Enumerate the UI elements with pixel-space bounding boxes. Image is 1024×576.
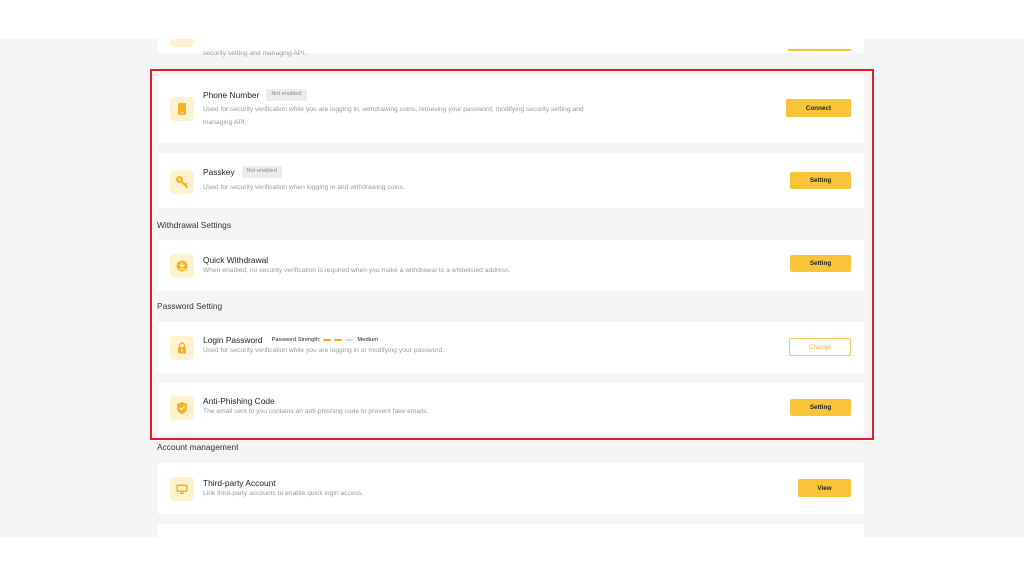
phone-number-card: Phone Number Not enabled Used for securi… (158, 75, 864, 143)
passkey-setting-button[interactable]: Setting (790, 172, 851, 189)
phone-number-title: Phone Number (203, 89, 260, 100)
password-setting-heading: Password Setting (157, 301, 223, 311)
quick-withdrawal-icon (170, 254, 194, 278)
top-card-icon (170, 39, 194, 47)
anti-phishing-description: The email sent to you contains an anti-p… (203, 408, 429, 415)
third-party-account-icon (170, 477, 194, 501)
passkey-title-row: Passkey Not enabled (203, 166, 282, 178)
withdrawal-settings-heading: Withdrawal Settings (157, 220, 232, 230)
top-security-card: security setting and managing API. (158, 39, 864, 57)
connect-button[interactable]: Connect (786, 99, 851, 117)
status-badge: Not enabled (241, 166, 282, 178)
password-strength-indicator: Password Strength: Medium (272, 337, 378, 343)
top-card-description: security setting and managing API. (203, 50, 306, 57)
passkey-description: Used for security verification when logg… (203, 184, 405, 191)
next-card-partial (158, 524, 864, 537)
account-management-heading: Account management (157, 442, 239, 452)
login-password-card: Login Password Password Strength: Medium… (158, 322, 864, 373)
quick-withdrawal-setting-button[interactable]: Setting (790, 255, 851, 272)
status-badge: Not enabled (266, 89, 307, 101)
strength-bar-2 (334, 339, 343, 341)
passkey-title: Passkey (203, 166, 235, 177)
phone-icon (170, 97, 194, 121)
quick-withdrawal-description: When enabled, no security verification i… (203, 267, 511, 274)
login-password-description: Used for security verification while you… (203, 347, 445, 354)
third-party-account-card: Third-party Account Link third-party acc… (158, 463, 864, 514)
lock-icon (170, 336, 194, 360)
top-card-button-edge[interactable] (788, 49, 851, 51)
password-strength-value: Medium (357, 337, 379, 343)
password-strength-label: Password Strength: (271, 337, 321, 343)
strength-bar-3 (345, 339, 354, 341)
view-third-party-button[interactable]: View (798, 479, 851, 497)
passkey-card: Passkey Not enabled Used for security ve… (158, 153, 864, 208)
strength-bar-1 (323, 339, 332, 341)
phone-number-title-row: Phone Number Not enabled (203, 89, 307, 101)
anti-phishing-card: Anti-Phishing Code The email sent to you… (158, 383, 864, 433)
security-settings-page: security setting and managing API. Phone… (0, 39, 1024, 537)
third-party-account-description: Link third-party accounts to enable quic… (203, 490, 364, 497)
anti-phishing-setting-button[interactable]: Setting (790, 399, 851, 416)
shield-check-icon (170, 396, 194, 420)
passkey-icon (170, 170, 194, 194)
phone-number-description: Used for security verification while you… (203, 106, 584, 126)
change-password-button[interactable]: Change (789, 338, 851, 356)
quick-withdrawal-card: Quick Withdrawal When enabled, no securi… (158, 240, 864, 291)
